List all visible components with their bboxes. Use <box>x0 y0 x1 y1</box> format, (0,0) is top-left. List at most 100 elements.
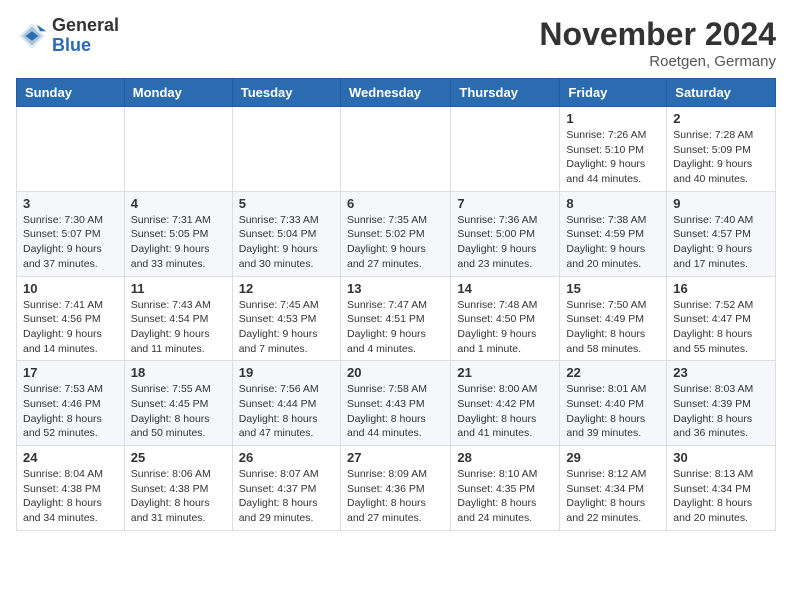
day-number: 7 <box>457 196 553 211</box>
day-number: 27 <box>347 450 444 465</box>
day-info: Sunrise: 7:43 AM Sunset: 4:54 PM Dayligh… <box>131 298 226 357</box>
day-info: Sunrise: 7:48 AM Sunset: 4:50 PM Dayligh… <box>457 298 553 357</box>
day-number: 28 <box>457 450 553 465</box>
calendar-cell: 22 Sunrise: 8:01 AM Sunset: 4:40 PM Dayli… <box>560 361 667 446</box>
day-info: Sunrise: 7:38 AM Sunset: 4:59 PM Dayligh… <box>566 213 660 272</box>
day-number: 1 <box>566 111 660 126</box>
day-info: Sunrise: 8:07 AM Sunset: 4:37 PM Dayligh… <box>239 467 334 526</box>
calendar-cell: 19Sunrise: 7:56 AM Sunset: 4:44 PM Dayli… <box>232 361 340 446</box>
day-info: Sunrise: 7:36 AM Sunset: 5:00 PM Dayligh… <box>457 213 553 272</box>
week-row-4: 17 Sunrise: 7:53 AM Sunset: 4:46 PM Dayli… <box>17 361 776 446</box>
calendar-cell: 18 Sunrise: 7:55 AM Sunset: 4:45 PM Dayli… <box>124 361 232 446</box>
calendar-cell: 2 Sunrise: 7:28 AM Sunset: 5:09 PM Daylig… <box>667 107 776 192</box>
weekday-header-thursday: Thursday <box>451 79 560 107</box>
day-info: Sunrise: 8:12 AM Sunset: 4:34 PM Dayligh… <box>566 467 660 526</box>
page-header: General Blue November 2024 Roetgen, Germ… <box>16 16 776 70</box>
day-number: 20 <box>347 365 444 380</box>
day-number: 14 <box>457 281 553 296</box>
calendar-cell: 12 Sunrise: 7:45 AM Sunset: 4:53 PM Dayli… <box>232 276 340 361</box>
calendar-cell <box>340 107 450 192</box>
logo-blue: Blue <box>52 35 91 55</box>
day-info: Sunrise: 8:09 AM Sunset: 4:36 PM Dayligh… <box>347 467 444 526</box>
day-info: Sunrise: 7:41 AM Sunset: 4:56 PM Dayligh… <box>23 298 118 357</box>
day-number: 15 <box>566 281 660 296</box>
calendar-cell: 27 Sunrise: 8:09 AM Sunset: 4:36 PM Dayli… <box>340 446 450 531</box>
day-number: 9 <box>673 196 769 211</box>
day-number: 26 <box>239 450 334 465</box>
week-row-5: 24Sunrise: 8:04 AM Sunset: 4:38 PM Dayli… <box>17 446 776 531</box>
day-info: Sunrise: 7:35 AM Sunset: 5:02 PM Dayligh… <box>347 213 444 272</box>
calendar-cell: 24Sunrise: 8:04 AM Sunset: 4:38 PM Dayli… <box>17 446 125 531</box>
calendar-cell: 26 Sunrise: 8:07 AM Sunset: 4:37 PM Dayli… <box>232 446 340 531</box>
title-block: November 2024 Roetgen, Germany <box>539 16 776 70</box>
calendar-cell: 1 Sunrise: 7:26 AM Sunset: 5:10 PM Daylig… <box>560 107 667 192</box>
calendar-cell: 11Sunrise: 7:43 AM Sunset: 4:54 PM Dayli… <box>124 276 232 361</box>
weekday-header-monday: Monday <box>124 79 232 107</box>
day-number: 12 <box>239 281 334 296</box>
day-info: Sunrise: 8:01 AM Sunset: 4:40 PM Dayligh… <box>566 382 660 441</box>
day-info: Sunrise: 7:56 AM Sunset: 4:44 PM Dayligh… <box>239 382 334 441</box>
day-number: 8 <box>566 196 660 211</box>
weekday-header-row: SundayMondayTuesdayWednesdayThursdayFrid… <box>17 79 776 107</box>
day-info: Sunrise: 8:06 AM Sunset: 4:38 PM Dayligh… <box>131 467 226 526</box>
calendar-cell: 15 Sunrise: 7:50 AM Sunset: 4:49 PM Dayli… <box>560 276 667 361</box>
day-info: Sunrise: 8:04 AM Sunset: 4:38 PM Dayligh… <box>23 467 118 526</box>
day-info: Sunrise: 7:50 AM Sunset: 4:49 PM Dayligh… <box>566 298 660 357</box>
day-number: 13 <box>347 281 444 296</box>
weekday-header-saturday: Saturday <box>667 79 776 107</box>
logo-general: General <box>52 15 119 35</box>
calendar-cell: 16Sunrise: 7:52 AM Sunset: 4:47 PM Dayli… <box>667 276 776 361</box>
calendar-cell: 30Sunrise: 8:13 AM Sunset: 4:34 PM Dayli… <box>667 446 776 531</box>
day-number: 5 <box>239 196 334 211</box>
calendar-cell: 9 Sunrise: 7:40 AM Sunset: 4:57 PM Daylig… <box>667 191 776 276</box>
location: Roetgen, Germany <box>539 53 776 70</box>
month-title: November 2024 <box>539 16 776 53</box>
day-info: Sunrise: 7:28 AM Sunset: 5:09 PM Dayligh… <box>673 128 769 187</box>
day-info: Sunrise: 7:26 AM Sunset: 5:10 PM Dayligh… <box>566 128 660 187</box>
day-number: 6 <box>347 196 444 211</box>
day-number: 25 <box>131 450 226 465</box>
calendar-cell: 29Sunrise: 8:12 AM Sunset: 4:34 PM Dayli… <box>560 446 667 531</box>
weekday-header-wednesday: Wednesday <box>340 79 450 107</box>
calendar-cell: 13 Sunrise: 7:47 AM Sunset: 4:51 PM Dayli… <box>340 276 450 361</box>
day-number: 10 <box>23 281 118 296</box>
calendar-cell: 25 Sunrise: 8:06 AM Sunset: 4:38 PM Dayli… <box>124 446 232 531</box>
calendar-cell: 4Sunrise: 7:31 AM Sunset: 5:05 PM Daylig… <box>124 191 232 276</box>
day-info: Sunrise: 7:45 AM Sunset: 4:53 PM Dayligh… <box>239 298 334 357</box>
calendar-cell: 8 Sunrise: 7:38 AM Sunset: 4:59 PM Daylig… <box>560 191 667 276</box>
calendar-cell: 3Sunrise: 7:30 AM Sunset: 5:07 PM Daylig… <box>17 191 125 276</box>
calendar-cell: 23Sunrise: 8:03 AM Sunset: 4:39 PM Dayli… <box>667 361 776 446</box>
weekday-header-tuesday: Tuesday <box>232 79 340 107</box>
calendar-table: SundayMondayTuesdayWednesdayThursdayFrid… <box>16 78 776 531</box>
calendar-cell <box>232 107 340 192</box>
day-info: Sunrise: 8:00 AM Sunset: 4:42 PM Dayligh… <box>457 382 553 441</box>
day-number: 18 <box>131 365 226 380</box>
day-number: 3 <box>23 196 118 211</box>
day-number: 21 <box>457 365 553 380</box>
day-info: Sunrise: 7:53 AM Sunset: 4:46 PM Dayligh… <box>23 382 118 441</box>
day-number: 22 <box>566 365 660 380</box>
calendar-cell: 14 Sunrise: 7:48 AM Sunset: 4:50 PM Dayli… <box>451 276 560 361</box>
calendar-cell: 17 Sunrise: 7:53 AM Sunset: 4:46 PM Dayli… <box>17 361 125 446</box>
calendar-cell: 10 Sunrise: 7:41 AM Sunset: 4:56 PM Dayli… <box>17 276 125 361</box>
day-number: 23 <box>673 365 769 380</box>
week-row-1: 1 Sunrise: 7:26 AM Sunset: 5:10 PM Daylig… <box>17 107 776 192</box>
day-info: Sunrise: 7:40 AM Sunset: 4:57 PM Dayligh… <box>673 213 769 272</box>
logo: General Blue <box>16 16 119 56</box>
day-info: Sunrise: 7:47 AM Sunset: 4:51 PM Dayligh… <box>347 298 444 357</box>
calendar-cell: 21 Sunrise: 8:00 AM Sunset: 4:42 PM Dayli… <box>451 361 560 446</box>
weekday-header-friday: Friday <box>560 79 667 107</box>
calendar-cell: 7 Sunrise: 7:36 AM Sunset: 5:00 PM Daylig… <box>451 191 560 276</box>
logo-icon <box>16 20 48 52</box>
day-info: Sunrise: 7:31 AM Sunset: 5:05 PM Dayligh… <box>131 213 226 272</box>
day-number: 17 <box>23 365 118 380</box>
day-info: Sunrise: 7:52 AM Sunset: 4:47 PM Dayligh… <box>673 298 769 357</box>
day-number: 30 <box>673 450 769 465</box>
calendar-cell <box>17 107 125 192</box>
weekday-header-sunday: Sunday <box>17 79 125 107</box>
calendar-cell <box>451 107 560 192</box>
week-row-2: 3Sunrise: 7:30 AM Sunset: 5:07 PM Daylig… <box>17 191 776 276</box>
calendar-cell <box>124 107 232 192</box>
day-number: 2 <box>673 111 769 126</box>
day-info: Sunrise: 7:55 AM Sunset: 4:45 PM Dayligh… <box>131 382 226 441</box>
